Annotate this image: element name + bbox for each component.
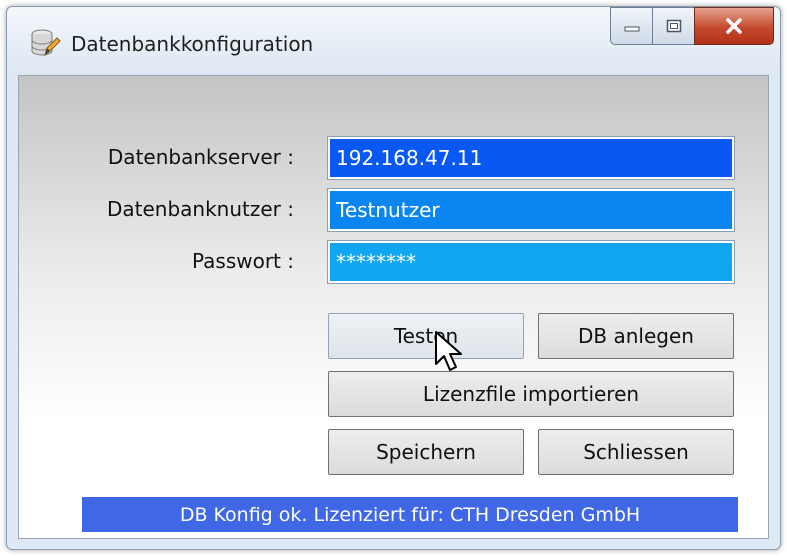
server-value: 192.168.47.11 <box>336 146 483 170</box>
title-bar[interactable]: Datenbankkonfiguration <box>7 7 780 75</box>
minimize-button[interactable] <box>610 7 652 45</box>
minimize-icon <box>624 26 639 32</box>
test-button[interactable]: Testen <box>328 313 524 359</box>
password-label: Passwort : <box>191 249 294 273</box>
server-field[interactable]: 192.168.47.11 <box>327 136 735 180</box>
password-value: ******** <box>336 250 416 274</box>
user-field[interactable]: Testnutzer <box>327 188 735 232</box>
window-title: Datenbankkonfiguration <box>71 32 314 56</box>
user-value: Testnutzer <box>336 198 440 222</box>
import-license-button[interactable]: Lizenzfile importieren <box>328 371 734 417</box>
close-icon <box>726 18 742 34</box>
database-pencil-icon <box>31 29 61 57</box>
status-text: DB Konfig ok. Lizenziert für: CTH Dresde… <box>179 503 641 526</box>
password-field[interactable]: ******** <box>327 240 735 284</box>
close-button[interactable]: Schliessen <box>538 429 734 475</box>
close-window-button[interactable] <box>694 7 774 45</box>
maximize-icon <box>666 19 681 33</box>
caption-buttons <box>610 7 774 45</box>
server-label: Datenbankserver : <box>107 145 294 169</box>
form-panel: Datenbankserver : 192.168.47.11 Datenban… <box>18 75 769 539</box>
status-bar: DB Konfig ok. Lizenziert für: CTH Dresde… <box>82 497 738 532</box>
mouse-pointer-icon <box>435 331 462 371</box>
user-label: Datenbanknutzer : <box>106 197 294 221</box>
create-db-button[interactable]: DB anlegen <box>538 313 734 359</box>
maximize-button[interactable] <box>652 7 694 45</box>
save-button[interactable]: Speichern <box>328 429 524 475</box>
config-window: Datenbankkonfiguration Datenbankserver:… <box>6 6 781 550</box>
